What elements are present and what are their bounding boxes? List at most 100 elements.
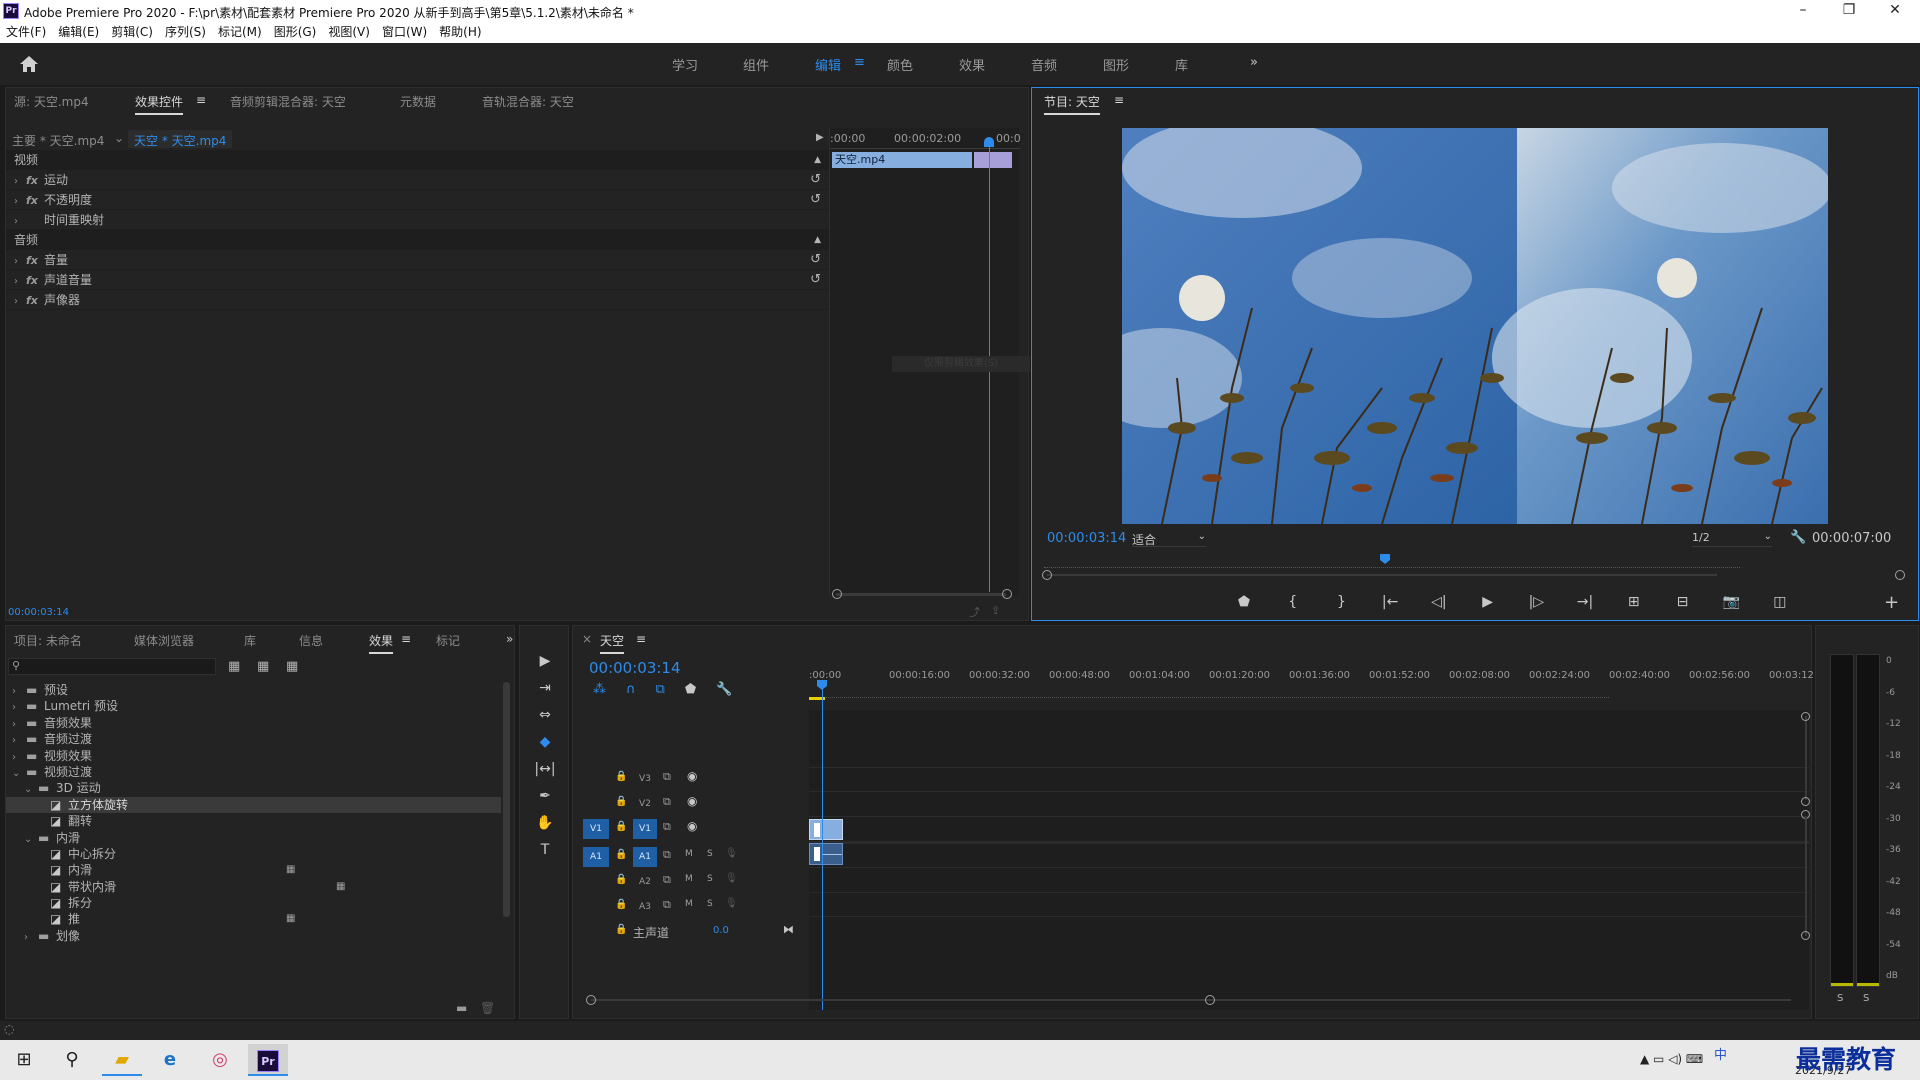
export-icon[interactable]: ⤴ xyxy=(969,604,980,620)
timeline-track-area[interactable] xyxy=(809,710,1809,1010)
slip-tool-icon[interactable]: |↔| xyxy=(520,756,570,783)
chevron-right-icon[interactable]: › xyxy=(14,172,26,192)
search-icon[interactable]: ⚲ xyxy=(52,1044,92,1076)
source-patch[interactable]: V1 xyxy=(583,819,609,839)
eye-icon[interactable]: ◉ xyxy=(687,794,697,808)
tab-menu-icon[interactable]: ≡ xyxy=(401,632,411,646)
ec-zoom-handle-left[interactable] xyxy=(832,589,842,599)
more-workspaces-icon[interactable]: » xyxy=(1250,55,1258,70)
tab-audio-clip-mixer[interactable]: 音频剪辑混合器: 天空 xyxy=(230,93,346,110)
tab-metadata[interactable]: 元数据 xyxy=(400,93,436,110)
tab-markers[interactable]: 标记 xyxy=(436,632,460,649)
source-patch[interactable]: A1 xyxy=(583,847,609,867)
ec-timecode[interactable]: 00:00:03:14 xyxy=(8,607,69,618)
fx-badge-icon[interactable]: fx xyxy=(26,291,44,311)
settings-wrench-icon[interactable]: 🔧 xyxy=(1790,530,1806,545)
track-name[interactable]: A1 xyxy=(633,847,657,867)
system-tray-icons[interactable]: ▲ ▭ ◁) ⌨ xyxy=(1640,1052,1703,1066)
fit-dropdown[interactable]: 适合 ⌄ xyxy=(1132,531,1206,547)
add-button-icon[interactable]: + xyxy=(1884,592,1899,613)
solo-left-button[interactable]: S xyxy=(1837,993,1843,1004)
sync-lock-icon[interactable]: ⧉ xyxy=(663,820,671,834)
tree-item[interactable]: ◪ 立方体旋转 xyxy=(6,796,501,814)
ec-zoom-handle-right[interactable] xyxy=(1002,589,1012,599)
ripple-edit-tool-icon[interactable]: ⇔ xyxy=(520,702,570,729)
step-forward-icon[interactable]: |▷ xyxy=(1524,594,1548,614)
ec-transition-bar[interactable] xyxy=(974,152,1012,168)
mute-button[interactable]: M xyxy=(685,899,693,909)
add-marker-icon[interactable]: ⬟ xyxy=(1232,594,1256,614)
lock-icon[interactable]: 🔒 xyxy=(615,924,627,935)
scroll-handle[interactable] xyxy=(1801,712,1810,721)
new-bin-icon[interactable]: ▬ xyxy=(456,1001,467,1015)
selection-tool-icon[interactable]: ▶ xyxy=(520,648,570,675)
tab-info[interactable]: 信息 xyxy=(299,632,323,649)
timeline-close-icon[interactable]: × xyxy=(582,632,592,646)
collapse-up-icon[interactable]: ▲ xyxy=(814,230,821,250)
ec-clip-bar[interactable]: 天空.mp4 xyxy=(832,152,972,168)
source-patch[interactable] xyxy=(583,872,609,892)
lift-icon[interactable]: ⊞ xyxy=(1622,594,1646,614)
fx-badge-icon[interactable]: fx xyxy=(26,171,44,191)
ime-indicator[interactable]: 中 xyxy=(1714,1044,1744,1063)
track-name[interactable]: A3 xyxy=(633,897,657,917)
lock-icon[interactable]: 🔒 xyxy=(615,899,627,910)
resolution-dropdown[interactable]: 1/2 ⌄ xyxy=(1692,531,1772,547)
tab-effect-controls[interactable]: 效果控件 xyxy=(135,93,184,115)
tree-folder[interactable]: ⌄ ▬ 内滑 xyxy=(6,830,501,846)
snap-magnet-icon[interactable]: ∩ xyxy=(626,682,636,697)
share-icon[interactable]: ⇪ xyxy=(991,604,1000,617)
premiere-taskbar-icon[interactable]: Pr xyxy=(248,1044,288,1076)
program-monitor-title[interactable]: 节目: 天空 xyxy=(1044,93,1100,115)
menu-window[interactable]: 窗口(W) xyxy=(376,22,433,43)
menu-file[interactable]: 文件(F) xyxy=(0,22,52,43)
nest-icon[interactable]: ⁂ xyxy=(593,682,606,697)
zoom-handle-left[interactable] xyxy=(1042,570,1052,580)
paint-app-icon[interactable]: ◎ xyxy=(200,1044,240,1076)
tree-folder[interactable]: ⌄ ▬ 3D 运动 xyxy=(6,780,501,796)
tab-track-mixer[interactable]: 音轨混合器: 天空 xyxy=(482,93,574,110)
go-to-in-icon[interactable]: |← xyxy=(1378,594,1402,614)
workspace-menu-icon[interactable]: ≡ xyxy=(854,55,865,70)
effect-row[interactable]: › fx 音量 ↺ xyxy=(6,250,829,270)
hand-tool-icon[interactable]: ✋ xyxy=(520,810,570,837)
lock-icon[interactable]: 🔒 xyxy=(615,821,627,832)
scroll-handle[interactable] xyxy=(1801,797,1810,806)
minimize-button[interactable]: – xyxy=(1780,0,1826,22)
workspace-graphics[interactable]: 图形 xyxy=(1103,55,1129,74)
effect-row[interactable]: › fx 声道音量 ↺ xyxy=(6,270,829,290)
chevron-right-icon[interactable]: › xyxy=(24,930,38,946)
menu-graphics[interactable]: 图形(G) xyxy=(268,22,323,43)
workspace-assembly[interactable]: 组件 xyxy=(743,55,769,74)
workspace-learn[interactable]: 学习 xyxy=(672,55,698,74)
tree-item[interactable]: ◪ 中心拆分 xyxy=(6,846,501,862)
edge-icon[interactable]: e xyxy=(150,1044,190,1076)
tree-item[interactable]: ◪ 推 ▦ xyxy=(6,911,501,927)
audio-clip[interactable] xyxy=(809,843,843,865)
scroll-handle[interactable] xyxy=(1801,931,1810,940)
timeline-timecode[interactable]: 00:00:03:14 xyxy=(589,659,681,677)
lock-icon[interactable]: 🔒 xyxy=(615,796,627,807)
effect-row[interactable]: › 时间重映射 xyxy=(6,210,829,230)
sync-lock-icon[interactable]: ⧉ xyxy=(663,795,671,809)
h-scroll-handle-right[interactable] xyxy=(1205,995,1215,1005)
maximize-button[interactable]: ❐ xyxy=(1826,0,1872,22)
more-tabs-icon[interactable]: » xyxy=(506,632,513,646)
chevron-right-icon[interactable]: › xyxy=(14,212,26,232)
lock-icon[interactable]: 🔒 xyxy=(615,771,627,782)
audio-tracks-scrollbar[interactable] xyxy=(1805,816,1807,936)
tree-item[interactable]: ◪ 翻转 xyxy=(6,813,501,829)
program-menu-icon[interactable]: ≡ xyxy=(1114,93,1124,107)
extract-icon[interactable]: ⊟ xyxy=(1670,594,1694,614)
source-patch[interactable] xyxy=(583,897,609,917)
timeline-horizontal-scrollbar[interactable] xyxy=(591,999,1791,1001)
mark-out-icon[interactable]: } xyxy=(1329,594,1353,614)
ec-zoom-bar[interactable] xyxy=(836,593,1006,596)
mute-button[interactable]: M xyxy=(685,849,693,859)
reset-icon[interactable]: ↺ xyxy=(810,190,821,210)
master-clip-label[interactable]: 主要 * 天空.mp4 xyxy=(12,132,104,149)
timeline-menu-icon[interactable]: ≡ xyxy=(636,632,646,646)
workspace-libraries[interactable]: 库 xyxy=(1175,55,1188,74)
menu-edit[interactable]: 编辑(E) xyxy=(52,22,105,43)
sync-lock-icon[interactable]: ⧉ xyxy=(663,770,671,784)
